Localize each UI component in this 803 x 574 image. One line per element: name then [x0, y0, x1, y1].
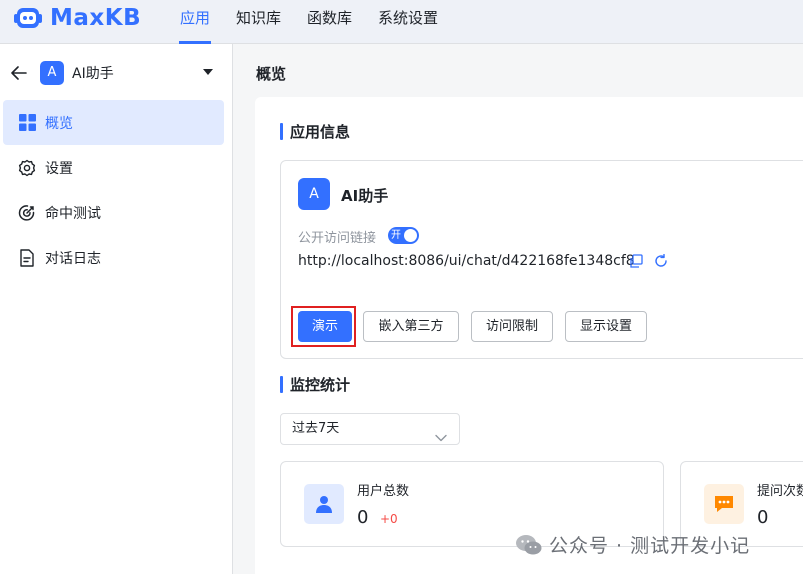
wechat-icon	[515, 534, 543, 556]
public-url[interactable]: http://localhost:8086/ui/chat/d422168fe1…	[298, 253, 635, 269]
robot-logo-icon	[12, 4, 44, 32]
app-name: AI助手	[72, 66, 114, 82]
sidebar: A AI助手 概览 设置 命中测试 对话日志	[0, 44, 233, 574]
overview-panel: 应用信息 A AI助手 公开访问链接 开 http://localhost:80…	[255, 97, 803, 574]
time-range-select[interactable]: 过去7天	[280, 413, 460, 445]
app-info-card: A AI助手 公开访问链接 开 http://localhost:8086/ui…	[280, 160, 803, 359]
app-info-name: AI助手	[341, 187, 389, 205]
watermark: 公众号 · 测试开发小记	[515, 531, 750, 558]
stat-delta: +0	[380, 512, 398, 526]
watermark-text: 公众号 · 测试开发小记	[549, 535, 751, 557]
user-icon	[304, 484, 344, 524]
monitor-section-title: 监控统计	[280, 374, 350, 395]
back-arrow-icon[interactable]	[10, 64, 28, 82]
embed-third-party-button[interactable]: 嵌入第三方	[363, 311, 459, 342]
nav-item-functions[interactable]: 函数库	[297, 0, 362, 44]
sidebar-item-chat-log[interactable]: 对话日志	[3, 235, 224, 280]
sidebar-item-label: 命中测试	[45, 205, 101, 222]
document-icon	[18, 248, 36, 267]
sidebar-item-label: 设置	[45, 160, 73, 177]
brand-name: MaxKB	[50, 5, 142, 31]
stat-label: 用户总数	[357, 484, 410, 499]
sidebar-item-hit-test[interactable]: 命中测试	[3, 190, 224, 235]
chat-icon	[704, 484, 744, 524]
caret-down-icon[interactable]	[203, 69, 213, 75]
public-link-label: 公开访问链接	[298, 231, 377, 246]
app-avatar: A	[40, 61, 64, 85]
page-title: 概览	[256, 65, 287, 83]
public-link-toggle[interactable]: 开	[388, 227, 419, 244]
copy-icon[interactable]	[629, 254, 643, 268]
chevron-down-icon	[435, 424, 447, 442]
toggle-knob	[404, 229, 417, 242]
sidebar-item-label: 概览	[45, 115, 73, 132]
app-info-avatar: A	[298, 178, 330, 210]
stat-label: 提问次数	[757, 484, 803, 499]
toggle-label: 开	[391, 230, 401, 241]
access-limit-button[interactable]: 访问限制	[471, 311, 553, 342]
app-info-section-title: 应用信息	[280, 121, 350, 142]
stat-value: 0	[757, 507, 769, 528]
nav-item-settings[interactable]: 系统设置	[368, 0, 448, 44]
time-range-value: 过去7天	[292, 421, 340, 436]
gear-icon	[18, 159, 36, 177]
top-navbar: MaxKB 应用 知识库 函数库 系统设置	[0, 0, 803, 44]
logo[interactable]: MaxKB	[12, 4, 141, 32]
main-content: 概览 应用信息 A AI助手 公开访问链接 开 http://localhost…	[233, 44, 803, 574]
sidebar-item-label: 对话日志	[45, 250, 101, 267]
sidebar-item-settings[interactable]: 设置	[3, 145, 224, 190]
stat-value: 0	[357, 507, 369, 528]
grid-icon	[18, 114, 36, 132]
sidebar-menu: 概览 设置 命中测试 对话日志	[0, 100, 233, 280]
nav-item-apps[interactable]: 应用	[170, 0, 220, 44]
main-nav: 应用 知识库 函数库 系统设置	[170, 0, 454, 44]
sidebar-item-overview[interactable]: 概览	[3, 100, 224, 145]
display-settings-button[interactable]: 显示设置	[565, 311, 647, 342]
refresh-icon[interactable]	[654, 253, 668, 268]
demo-button[interactable]: 演示	[298, 311, 352, 342]
app-switcher[interactable]: A AI助手	[10, 60, 225, 86]
target-icon	[18, 204, 36, 222]
nav-item-knowledge[interactable]: 知识库	[226, 0, 291, 44]
